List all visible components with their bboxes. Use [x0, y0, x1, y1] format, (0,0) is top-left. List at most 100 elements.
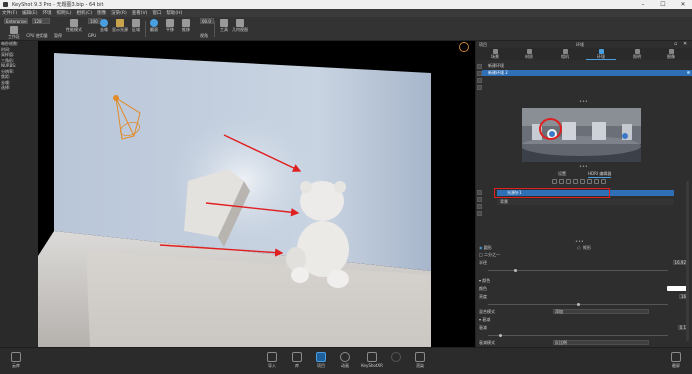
- falloff-slider-handle[interactable]: [499, 334, 502, 337]
- hdri-preview[interactable]: [522, 108, 641, 162]
- falloff-mode-select[interactable]: 反比例: [553, 340, 649, 345]
- render-label: 渲染: [416, 363, 424, 368]
- menu-file[interactable]: 文件(F): [2, 10, 17, 16]
- geometry-icon: [236, 19, 244, 27]
- animation-button[interactable]: 动画: [337, 352, 353, 374]
- menu-lighting[interactable]: 照明(L): [56, 10, 71, 16]
- keyvr-icon: [391, 352, 401, 362]
- property-label: 半径: [479, 260, 487, 265]
- region-button[interactable]: 区域: [128, 18, 144, 38]
- blend-mode-select[interactable]: 添加: [553, 309, 649, 314]
- copy-icon[interactable]: [594, 179, 599, 184]
- viewport-compass-icon[interactable]: [459, 42, 469, 52]
- environment-item-selected[interactable]: 新建环境 2: [482, 70, 692, 76]
- sun-icon[interactable]: [573, 179, 578, 184]
- denoise-button[interactable]: 去噪: [96, 18, 112, 38]
- brightness-slider-handle[interactable]: [577, 303, 580, 306]
- show-lights-button[interactable]: 显示光源: [112, 18, 128, 38]
- panel-tabs: 场景 材质 相机 环境 照明 图像: [476, 48, 692, 60]
- tab-image[interactable]: 图像: [656, 48, 686, 60]
- pan-button[interactable]: 平移: [162, 18, 178, 38]
- shape-option-row: ◉ 圆形 ○ 矩形: [479, 244, 691, 251]
- delete-pin-icon[interactable]: [566, 179, 571, 184]
- pin-tool-icon[interactable]: [477, 204, 482, 209]
- panel-scrollbar[interactable]: [686, 181, 689, 341]
- duplicate-pin-icon[interactable]: [559, 179, 564, 184]
- menu-render[interactable]: 渲染(R): [111, 10, 127, 16]
- screenshot-icon: [671, 352, 681, 362]
- paste-icon[interactable]: [601, 179, 606, 184]
- radio-circle-icon[interactable]: ◉: [479, 245, 483, 250]
- import-environment-icon[interactable]: [477, 85, 482, 90]
- library-button[interactable]: 库: [289, 352, 305, 374]
- pin-tools: [552, 179, 612, 186]
- keyshot-app: KeyShot 9.3 Pro - 无题图3.bip - 64 bit – ☐ …: [0, 0, 692, 374]
- keyvr-button[interactable]: [388, 352, 404, 374]
- light-icon: [116, 19, 124, 27]
- menu-image[interactable]: 图像: [97, 10, 106, 16]
- screenshot-label: 截屏: [672, 363, 680, 368]
- splitter-handle-icon[interactable]: •••: [579, 99, 588, 105]
- menu-edit[interactable]: 编辑(E): [22, 10, 37, 16]
- screenshot-button[interactable]: 截屏: [668, 352, 684, 374]
- title-bar: KeyShot 9.3 Pro - 无题图3.bip - 64 bit – ☐ …: [0, 0, 692, 9]
- panel-restore-icon[interactable]: ▫: [674, 41, 677, 47]
- falloff-slider[interactable]: [488, 335, 668, 336]
- geometry-view-button[interactable]: 几何视图: [232, 18, 248, 38]
- tab-scene[interactable]: 场景: [480, 48, 510, 60]
- pin-item[interactable]: 背景: [497, 199, 674, 205]
- color-swatch[interactable]: [667, 286, 687, 291]
- tab-material[interactable]: 材质: [514, 48, 544, 60]
- pin-tool-icon[interactable]: [477, 197, 482, 202]
- menu-environment[interactable]: 环境: [42, 10, 51, 16]
- tab-environment[interactable]: 环境: [586, 48, 616, 60]
- property-blend-mode: 混合模式 添加: [479, 308, 691, 315]
- cloud-library-label: 云库: [12, 363, 20, 368]
- menu-bar: 文件(F) 编辑(E) 环境 照明(L) 相机(C) 图像 渲染(R) 查看(V…: [0, 9, 692, 17]
- radio-rect-icon[interactable]: ○: [577, 244, 581, 251]
- image-pin-icon[interactable]: [580, 179, 585, 184]
- project-icon: [316, 352, 326, 362]
- menu-window[interactable]: 窗口: [152, 10, 161, 16]
- property-label: 衰减模式: [479, 340, 495, 345]
- workspace-select[interactable]: Enterprise: [4, 18, 28, 24]
- project-button[interactable]: 项目: [313, 352, 329, 374]
- pin-tool-icon[interactable]: [477, 190, 482, 195]
- gradient-icon[interactable]: [587, 179, 592, 184]
- minimize-button[interactable]: –: [636, 0, 650, 9]
- section-falloff[interactable]: ▾ 衰减: [479, 316, 691, 323]
- tab-hdri-editor[interactable]: HDRI 编辑器: [588, 171, 612, 178]
- menu-camera[interactable]: 相机(C): [77, 10, 93, 16]
- environment-item[interactable]: 新建环境: [482, 63, 692, 69]
- delete-environment-icon[interactable]: [477, 78, 482, 83]
- tools-button[interactable]: 工具: [216, 18, 232, 38]
- section-color-title: 颜色: [482, 278, 491, 283]
- maximize-button[interactable]: ☐: [656, 0, 670, 9]
- close-button[interactable]: ✕: [676, 0, 690, 9]
- menu-help[interactable]: 帮助(H): [166, 10, 182, 16]
- keyshotxr-button[interactable]: KeyShotXR: [361, 352, 383, 374]
- performance-mode-button[interactable]: 性能模式: [66, 18, 82, 38]
- pin-tool-icon[interactable]: [477, 211, 482, 216]
- render-info-panel: 每秒帧数: 时间: 采样值: 三角形: NURBS: 分辨率: 焦距: 去噪: …: [0, 41, 38, 347]
- tab-lighting[interactable]: 照明: [622, 48, 652, 60]
- render-button[interactable]: 渲染: [412, 352, 428, 374]
- section-color[interactable]: ▾ 颜色: [479, 277, 691, 284]
- render-viewport[interactable]: [38, 41, 475, 347]
- panel-close-icon[interactable]: ✕: [683, 41, 687, 47]
- splitter-handle-icon[interactable]: •••: [579, 164, 588, 170]
- half-option-row[interactable]: □ 二分之一: [479, 251, 691, 258]
- view-angle-field[interactable]: 00.0: [200, 18, 214, 24]
- tumble-button[interactable]: 翻滚: [146, 18, 162, 38]
- menu-view[interactable]: 查看(V): [132, 10, 148, 16]
- pin-list-tools: [476, 189, 482, 218]
- cloud-library-button[interactable]: 云库: [8, 352, 24, 374]
- dolly-button[interactable]: 推移: [178, 18, 194, 38]
- tab-camera[interactable]: 相机: [550, 48, 580, 60]
- tab-settings[interactable]: 设置: [558, 171, 566, 177]
- section-toggle-icon: ▾: [479, 317, 482, 322]
- cpu-count-field[interactable]: 128: [32, 18, 50, 24]
- import-button[interactable]: 导入: [264, 352, 280, 374]
- radius-slider-handle[interactable]: [514, 269, 517, 272]
- add-pin-icon[interactable]: [552, 179, 557, 184]
